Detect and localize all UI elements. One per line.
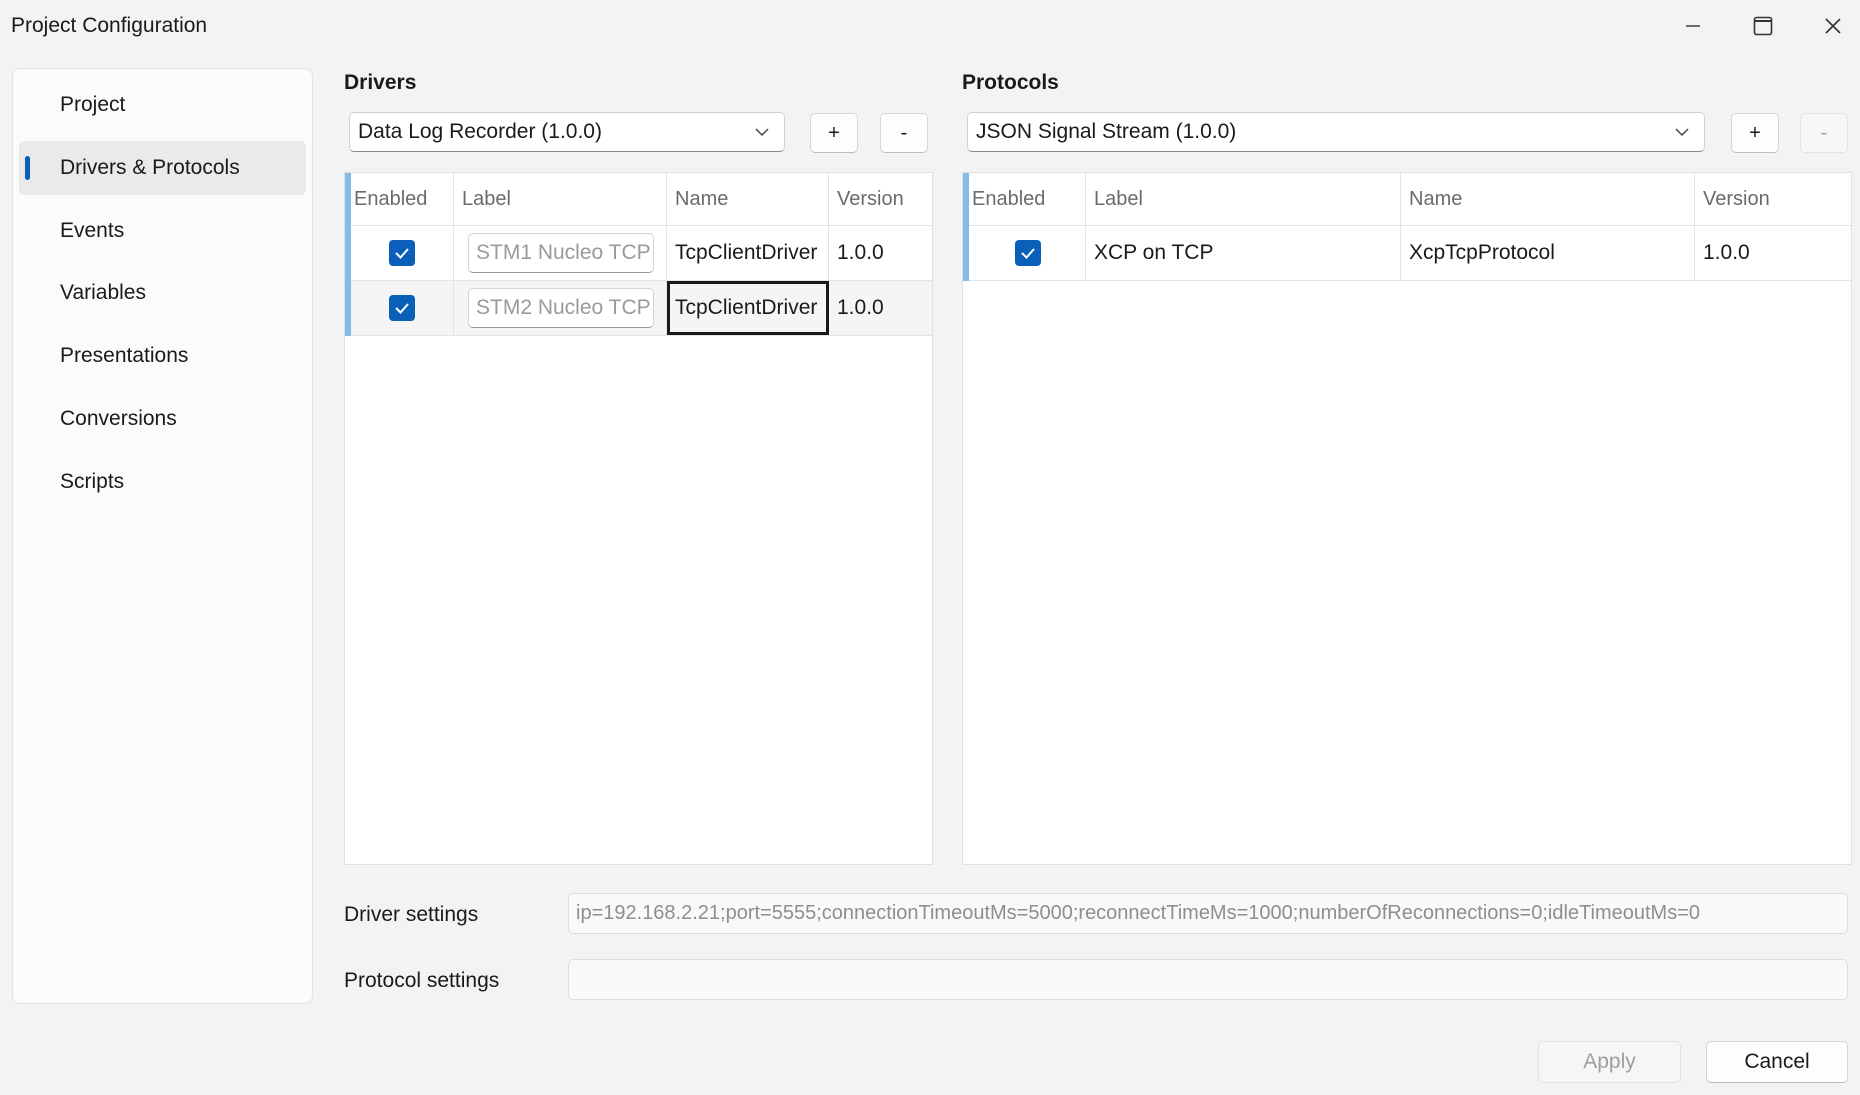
protocol-settings-field[interactable] <box>568 959 1848 1000</box>
protocols-table: Enabled Label Name Version XCP on TCP Xc… <box>962 172 1852 865</box>
title-bar: Project Configuration <box>0 0 1860 52</box>
driver-settings-label: Driver settings <box>344 903 479 926</box>
table-header: Enabled Label Name Version <box>345 173 932 226</box>
window-title: Project Configuration <box>11 14 208 37</box>
maximize-button[interactable] <box>1728 0 1798 52</box>
sidebar-item-scripts[interactable]: Scripts <box>19 455 306 509</box>
table-header: Enabled Label Name Version <box>963 173 1851 226</box>
enabled-cell <box>963 226 1086 280</box>
sidebar-item-events[interactable]: Events <box>19 204 306 258</box>
add-driver-button[interactable]: + <box>810 113 858 153</box>
enabled-cell <box>345 281 454 335</box>
version-cell[interactable]: 1.0.0 <box>1695 226 1852 280</box>
sidebar-item-label: Conversions <box>60 407 177 430</box>
check-icon <box>395 303 409 314</box>
cancel-button[interactable]: Cancel <box>1706 1041 1848 1083</box>
name-cell[interactable]: TcpClientDriver <box>667 281 829 335</box>
sidebar-item-label: Variables <box>60 281 146 304</box>
table-row[interactable]: XCP on TCP XcpTcpProtocol 1.0.0 <box>963 226 1851 281</box>
apply-button[interactable]: Apply <box>1538 1041 1681 1083</box>
drivers-title: Drivers <box>344 71 417 94</box>
column-header-version[interactable]: Version <box>829 173 933 226</box>
sidebar-item-conversions[interactable]: Conversions <box>19 392 306 446</box>
driver-settings-field[interactable]: ip=192.168.2.21;port=5555;connectionTime… <box>568 893 1848 934</box>
minimize-button[interactable] <box>1658 0 1728 52</box>
column-header-enabled[interactable]: Enabled <box>345 173 454 226</box>
sidebar-item-presentations[interactable]: Presentations <box>19 329 306 383</box>
version-cell[interactable]: 1.0.0 <box>829 226 933 280</box>
protocol-select[interactable]: JSON Signal Stream (1.0.0) <box>967 112 1705 152</box>
sidebar-item-variables[interactable]: Variables <box>19 266 306 320</box>
minimize-icon <box>1686 25 1700 27</box>
selection-indicator <box>25 156 30 180</box>
chevron-down-icon <box>755 128 769 137</box>
sidebar-item-label: Presentations <box>60 344 189 367</box>
protocol-settings-label: Protocol settings <box>344 969 500 992</box>
sidebar-item-label: Project <box>60 93 126 116</box>
driver-select[interactable]: Data Log Recorder (1.0.0) <box>349 112 785 152</box>
sidebar-item-label: Drivers & Protocols <box>60 156 240 179</box>
protocol-select-value: JSON Signal Stream (1.0.0) <box>976 120 1237 143</box>
column-header-label[interactable]: Label <box>454 173 667 226</box>
protocols-title: Protocols <box>962 71 1059 94</box>
sidebar: Project Drivers & Protocols Events Varia… <box>12 68 313 1004</box>
column-header-name[interactable]: Name <box>1401 173 1695 226</box>
name-cell[interactable]: TcpClientDriver <box>667 226 829 280</box>
label-input[interactable]: STM2 Nucleo TCP <box>468 288 654 328</box>
sidebar-item-label: Scripts <box>60 470 125 493</box>
table-row[interactable]: STM1 Nucleo TCP TcpClientDriver 1.0.0 <box>345 226 932 281</box>
enabled-checkbox[interactable] <box>389 240 415 266</box>
driver-select-value: Data Log Recorder (1.0.0) <box>358 120 602 143</box>
maximize-icon <box>1753 16 1773 36</box>
label-cell[interactable]: XCP on TCP <box>1086 226 1401 280</box>
enabled-checkbox[interactable] <box>389 295 415 321</box>
label-cell: STM1 Nucleo TCP <box>454 226 667 280</box>
add-protocol-button[interactable]: + <box>1731 113 1779 153</box>
sidebar-item-project[interactable]: Project <box>19 78 306 132</box>
check-icon <box>1021 248 1035 259</box>
sidebar-item-label: Events <box>60 219 125 242</box>
enabled-cell <box>345 226 454 280</box>
column-header-name[interactable]: Name <box>667 173 829 226</box>
column-header-enabled[interactable]: Enabled <box>963 173 1086 226</box>
name-cell[interactable]: XcpTcpProtocol <box>1401 226 1695 280</box>
enabled-checkbox[interactable] <box>1015 240 1041 266</box>
drivers-table: Enabled Label Name Version STM1 Nucleo T… <box>344 172 933 865</box>
column-header-version[interactable]: Version <box>1695 173 1852 226</box>
label-input[interactable]: STM1 Nucleo TCP <box>468 233 654 273</box>
version-cell[interactable]: 1.0.0 <box>829 281 933 335</box>
label-cell: STM2 Nucleo TCP <box>454 281 667 335</box>
remove-driver-button[interactable]: - <box>880 113 928 153</box>
remove-protocol-button[interactable]: - <box>1800 113 1848 153</box>
check-icon <box>395 248 409 259</box>
sidebar-item-drivers-protocols[interactable]: Drivers & Protocols <box>19 141 306 195</box>
column-header-label[interactable]: Label <box>1086 173 1401 226</box>
close-icon <box>1825 18 1841 34</box>
table-row[interactable]: STM2 Nucleo TCP TcpClientDriver 1.0.0 <box>345 281 932 336</box>
chevron-down-icon <box>1675 128 1689 137</box>
close-button[interactable] <box>1798 0 1860 52</box>
